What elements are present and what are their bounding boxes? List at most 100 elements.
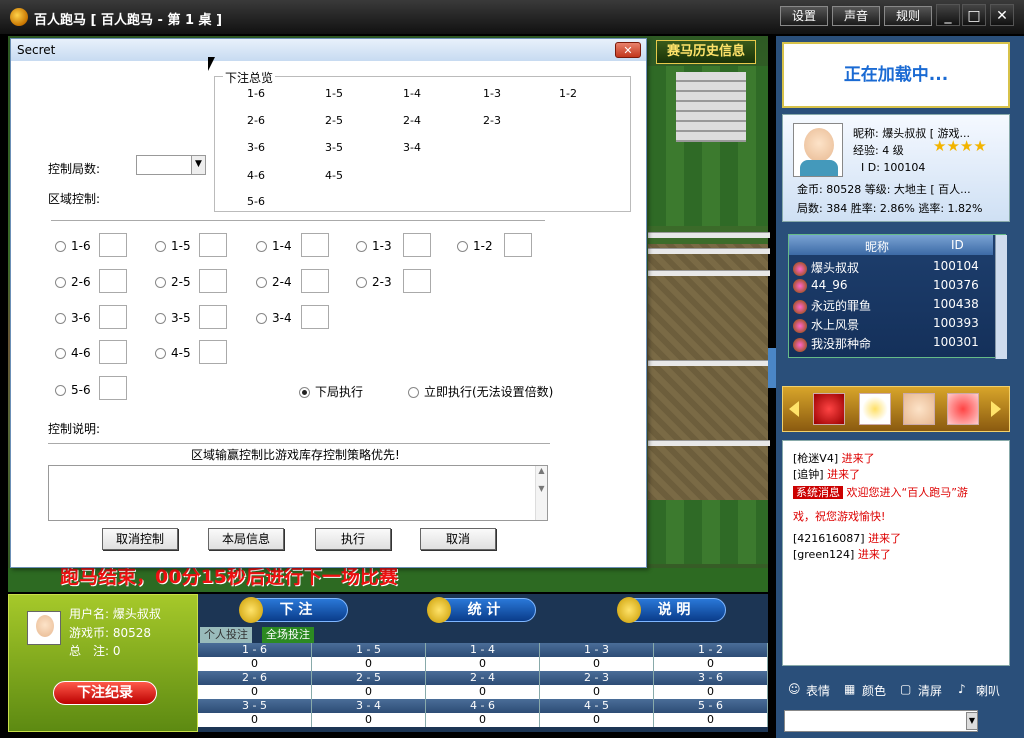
bet-grid: 1 - 61 - 51 - 41 - 31 - 2 00000 2 - 62 -… [198, 643, 768, 729]
car-gift-icon[interactable] [813, 393, 845, 425]
chart-icon [427, 597, 451, 623]
multiplier-input[interactable] [403, 269, 431, 293]
tab-all-bets[interactable]: 全场投注 [262, 627, 314, 643]
arrow-left-icon[interactable] [789, 401, 799, 417]
player-row[interactable]: 44_96 100376 [793, 278, 993, 297]
summary-item: 2-4 [403, 114, 421, 127]
cancel-button[interactable]: 取消 [420, 528, 496, 550]
race-history-button[interactable]: 赛马历史信息 [656, 40, 756, 64]
arrow-right-icon[interactable] [991, 401, 1001, 417]
multiplier-input[interactable] [301, 305, 329, 329]
app-logo-icon [10, 8, 28, 26]
execute-button[interactable]: 执行 [315, 528, 391, 550]
chat-input[interactable] [784, 710, 978, 732]
round-info-button[interactable]: 本局信息 [208, 528, 284, 550]
player-row[interactable]: 爆头叔叔 100104 [793, 259, 993, 278]
player-icon [793, 318, 807, 333]
chat-dropdown[interactable]: ▼ [966, 712, 978, 730]
area-control-label: 区域控制: [48, 192, 101, 206]
player-row[interactable]: 永远的罪鱼 100438 [793, 297, 993, 316]
multiplier-input[interactable] [99, 340, 127, 364]
clap-gift-icon[interactable] [903, 393, 935, 425]
minimize-button[interactable]: _ [936, 4, 960, 26]
multiplier-input[interactable] [99, 233, 127, 257]
user-exp: 经验: 4 级 [853, 144, 904, 157]
gift-bar [782, 386, 1010, 432]
dialog-close-button[interactable]: ✕ [615, 42, 641, 58]
multiplier-input[interactable] [403, 233, 431, 257]
multiplier-input[interactable] [301, 269, 329, 293]
column-id[interactable]: ID [951, 238, 964, 252]
egg-gift-icon[interactable] [859, 393, 891, 425]
area-radio[interactable]: 3-6 [55, 311, 91, 325]
chat-toolbar: ☺ 表情 ▦ 颜色 ▢ 清屏 ♪ 喇叭 [782, 680, 1018, 700]
dialog-title-bar[interactable]: Secret [11, 39, 646, 61]
emote-button[interactable]: 表情 [806, 682, 830, 699]
track-rail [648, 440, 770, 446]
secret-dialog: Secret ✕ 下注总览 1-6 1-5 1-4 1-3 1-2 2-6 2-… [10, 38, 647, 568]
grid-row: 00000 [198, 685, 768, 699]
area-radio[interactable]: 2-6 [55, 275, 91, 289]
exec-next-radio[interactable]: 下局执行 [299, 383, 363, 400]
exec-now-radio[interactable]: 立即执行(无法设置倍数) [408, 383, 553, 400]
area-radio[interactable]: 2-4 [256, 275, 292, 289]
multiplier-input[interactable] [99, 376, 127, 400]
summary-item: 1-2 [559, 87, 577, 100]
area-radio[interactable]: 1-3 [356, 239, 392, 253]
rules-button[interactable]: 规则 [884, 6, 932, 26]
area-radio[interactable]: 2-3 [356, 275, 392, 289]
player-row[interactable]: 我没那种命 100301 [793, 335, 993, 354]
area-radio[interactable]: 3-4 [256, 311, 292, 325]
player-list-header: 昵称 ID [789, 235, 993, 255]
chevron-down-icon[interactable]: ▼ [191, 156, 205, 174]
multiplier-input[interactable] [504, 233, 532, 257]
description-textarea[interactable]: ▲ ▼ [48, 465, 548, 521]
tab-stats[interactable]: 统 计 [427, 597, 536, 623]
clear-icon: ▢ [900, 682, 912, 696]
dialog-title: Secret [17, 43, 56, 57]
avatar [793, 123, 843, 177]
cancel-control-button[interactable]: 取消控制 [102, 528, 178, 550]
area-radio[interactable]: 5-6 [55, 383, 91, 397]
multiplier-input[interactable] [301, 233, 329, 257]
grid-row: 1 - 61 - 51 - 41 - 31 - 2 [198, 643, 768, 657]
multiplier-input[interactable] [199, 269, 227, 293]
area-radio[interactable]: 1-6 [55, 239, 91, 253]
area-radio[interactable]: 1-2 [457, 239, 493, 253]
area-radio[interactable]: 3-5 [155, 311, 191, 325]
player-row[interactable]: 水上风景 100393 [793, 316, 993, 335]
clear-button[interactable]: 清屏 [918, 682, 942, 699]
player-icon [793, 261, 807, 276]
tab-help[interactable]: 说 明 [617, 597, 726, 623]
help-icon [617, 597, 641, 623]
settings-button[interactable]: 设置 [780, 6, 828, 26]
area-radio[interactable]: 4-6 [55, 346, 91, 360]
area-radio[interactable]: 1-4 [256, 239, 292, 253]
column-nick[interactable]: 昵称 [865, 238, 889, 255]
color-button[interactable]: 颜色 [862, 682, 886, 699]
multiplier-input[interactable] [199, 340, 227, 364]
textarea-scrollbar[interactable]: ▲ ▼ [535, 466, 547, 520]
multiplier-input[interactable] [99, 305, 127, 329]
area-radio[interactable]: 1-5 [155, 239, 191, 253]
grid-row: 00000 [198, 713, 768, 727]
multiplier-input[interactable] [99, 269, 127, 293]
area-radio[interactable]: 2-5 [155, 275, 191, 289]
maximize-button[interactable]: □ [962, 4, 986, 26]
multiplier-input[interactable] [199, 305, 227, 329]
window-title: 百人跑马 [ 百人跑马 - 第 1 桌 ] [34, 13, 223, 28]
collapse-handle[interactable] [768, 348, 776, 388]
speaker-button[interactable]: 喇叭 [976, 682, 1000, 699]
tab-bet[interactable]: 下 注 [239, 597, 348, 623]
area-radio[interactable]: 4-5 [155, 346, 191, 360]
sound-button[interactable]: 声音 [832, 6, 880, 26]
tab-personal-bets[interactable]: 个人投注 [200, 627, 252, 643]
grid-row: 3 - 53 - 44 - 64 - 55 - 6 [198, 699, 768, 713]
close-button[interactable]: ✕ [990, 4, 1014, 26]
player-list-scrollbar[interactable] [995, 235, 1007, 359]
multiplier-input[interactable] [199, 233, 227, 257]
lips-gift-icon[interactable] [947, 393, 979, 425]
bet-summary-group: 下注总览 1-6 1-5 1-4 1-3 1-2 2-6 2-5 2-4 2-3… [214, 69, 631, 212]
rounds-select[interactable]: ▼ [136, 155, 206, 175]
bet-record-button[interactable]: 下注纪录 [53, 681, 157, 705]
